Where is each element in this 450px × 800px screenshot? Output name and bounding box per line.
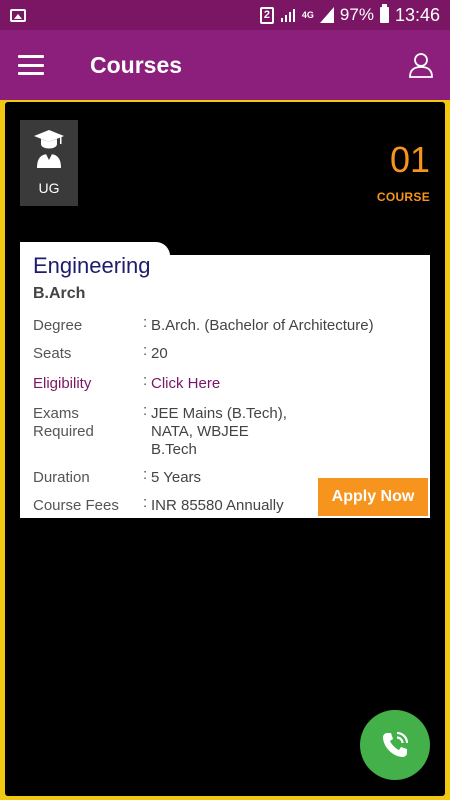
field-key: Eligibility — [33, 375, 92, 392]
apply-now-button[interactable]: Apply Now — [318, 478, 428, 516]
status-bar: 2 4G 97% 13:46 — [0, 0, 450, 30]
field-value: 5 Years — [151, 469, 202, 486]
phone-call-icon — [383, 731, 409, 757]
field-key: Exams Required — [33, 405, 94, 440]
course-count-value: 01 — [389, 139, 430, 180]
field-key: Course Fees — [33, 497, 119, 514]
page-title: Courses — [90, 51, 183, 78]
graduate-icon — [34, 130, 64, 168]
courses-panel: UG 01 COURSE Engineering B.Arch Degree :… — [5, 102, 445, 796]
course-card: Engineering B.Arch Degree : B.Arch. (Bac… — [20, 253, 430, 518]
call-button[interactable] — [360, 710, 430, 780]
level-label: UG — [38, 180, 60, 196]
field-value: INR 85580 Annually — [151, 497, 284, 514]
course-category: Engineering — [33, 253, 151, 278]
field-value: B.Arch. (Bachelor of Architecture) — [151, 317, 374, 334]
eligibility-link[interactable]: Click Here — [151, 375, 220, 405]
field-key: Duration — [33, 469, 90, 486]
course-count-label: COURSE — [376, 190, 430, 204]
network-type: 4G — [301, 9, 314, 20]
profile-icon[interactable] — [408, 52, 434, 78]
app-bar: Courses — [0, 30, 450, 100]
level-badge[interactable]: UG — [20, 120, 78, 206]
field-value: 20 — [151, 345, 168, 362]
signal-icon-2 — [319, 7, 334, 23]
image-notification-icon — [10, 8, 26, 22]
menu-icon[interactable] — [18, 55, 44, 75]
battery-icon — [379, 4, 389, 23]
clock: 13:46 — [394, 4, 440, 25]
field-row-exams: Exams Required : JEE Mains (B.Tech), NAT… — [33, 403, 417, 469]
field-row-eligibility: Eligibility : Click Here — [33, 373, 417, 405]
field-row-seats: Seats : 20 — [33, 343, 417, 375]
signal-icon — [280, 9, 295, 22]
field-key: Seats — [33, 345, 72, 362]
battery-percent: 97% — [339, 5, 374, 24]
field-key: Degree — [33, 317, 83, 334]
field-row-degree: Degree : B.Arch. (Bachelor of Architectu… — [33, 315, 417, 345]
course-name: B.Arch — [33, 285, 86, 302]
field-value: JEE Mains (B.Tech), NATA, WBJEE B.Tech — [151, 405, 287, 458]
course-count: 01 COURSE — [376, 139, 430, 205]
sim-badge: 2 — [259, 6, 274, 24]
